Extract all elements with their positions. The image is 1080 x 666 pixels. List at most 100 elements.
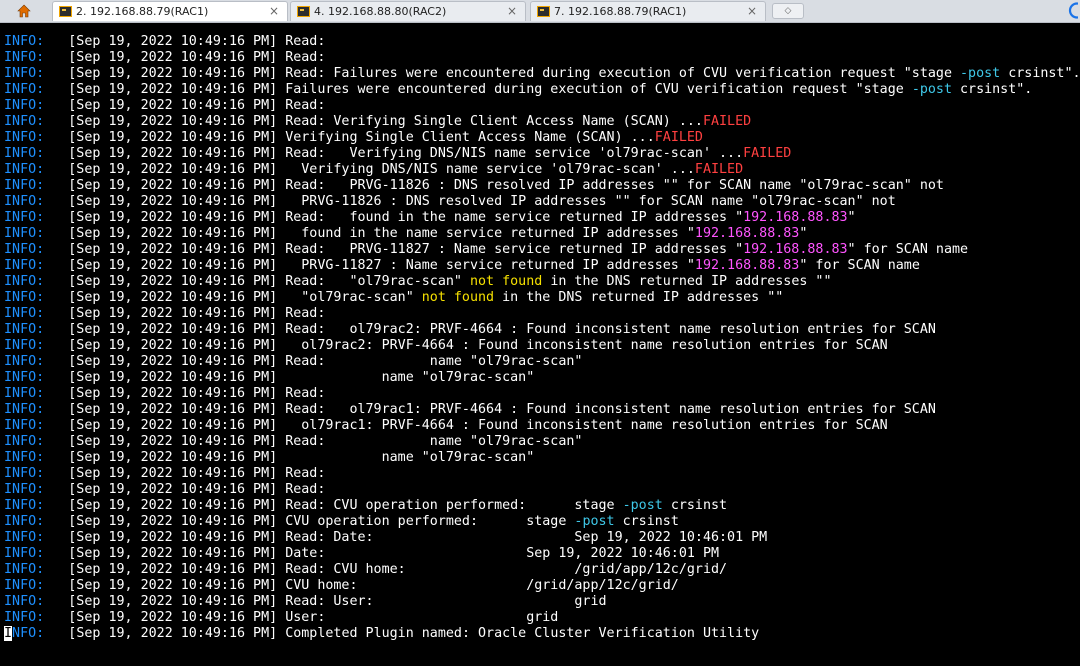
log-level: INFO:: [4, 178, 45, 193]
log-line: INFO: [Sep 19, 2022 10:49:16 PM] Read: f…: [4, 210, 1080, 226]
log-timestamp: [Sep 19, 2022 10:49:16 PM]: [44, 226, 278, 241]
log-line: INFO: [Sep 19, 2022 10:49:16 PM] CVU ope…: [4, 514, 1080, 530]
log-timestamp: [Sep 19, 2022 10:49:16 PM]: [44, 594, 278, 609]
session-tab[interactable]: 7. 192.168.88.79(RAC1) ×: [530, 1, 766, 21]
log-message-segment: 192.168.88.83: [743, 210, 848, 225]
log-message-segment: Read: name "ol79rac-scan": [277, 434, 583, 449]
log-message-segment: Read: CVU home: /grid/app/12c/grid/: [277, 562, 728, 577]
log-level: INFO:: [4, 50, 45, 65]
new-tab-button[interactable]: ◇: [772, 3, 804, 19]
log-message-segment: FAILED: [654, 130, 703, 145]
terminal-tab-icon: [59, 6, 72, 17]
log-message-segment: Read:: [277, 386, 326, 401]
log-message-segment: Read:: [277, 466, 326, 481]
log-level: INFO:: [4, 562, 45, 577]
log-timestamp: [Sep 19, 2022 10:49:16 PM]: [44, 450, 278, 465]
log-line: INFO: [Sep 19, 2022 10:49:16 PM] ol79rac…: [4, 338, 1080, 354]
log-level: INFO:: [4, 306, 45, 321]
close-tab-icon[interactable]: ×: [747, 4, 757, 18]
log-message-segment: Read:: [277, 482, 326, 497]
log-line: INFO: [Sep 19, 2022 10:49:16 PM] Read: P…: [4, 178, 1080, 194]
terminal-output[interactable]: INFO: [Sep 19, 2022 10:49:16 PM] Read: IN…: [0, 23, 1080, 666]
log-level: INFO:: [4, 130, 45, 145]
log-line: INFO: [Sep 19, 2022 10:49:16 PM] Read: n…: [4, 354, 1080, 370]
log-level: INFO:: [4, 98, 45, 113]
log-timestamp: [Sep 19, 2022 10:49:16 PM]: [44, 626, 278, 641]
log-message-segment: -post: [960, 66, 1001, 81]
log-level: INFO:: [4, 626, 44, 641]
log-line: INFO: [Sep 19, 2022 10:49:16 PM] Read: V…: [4, 114, 1080, 130]
log-timestamp: [Sep 19, 2022 10:49:16 PM]: [44, 514, 278, 529]
log-line: INFO: [Sep 19, 2022 10:49:16 PM] Read: "…: [4, 274, 1080, 290]
log-message-segment: -post: [911, 82, 952, 97]
log-timestamp: [Sep 19, 2022 10:49:16 PM]: [44, 418, 278, 433]
log-message-segment: ol79rac1: PRVF-4664 : Found inconsistent…: [277, 418, 888, 433]
log-message-segment: FAILED: [743, 146, 792, 161]
log-timestamp: [Sep 19, 2022 10:49:16 PM]: [44, 386, 278, 401]
log-timestamp: [Sep 19, 2022 10:49:16 PM]: [44, 290, 278, 305]
log-message-segment: Read: User: grid: [277, 594, 607, 609]
new-tab-icon: ◇: [784, 6, 792, 16]
log-level: INFO:: [4, 594, 45, 609]
log-level: INFO:: [4, 466, 45, 481]
log-level: INFO:: [4, 322, 45, 337]
log-level: INFO:: [4, 354, 45, 369]
log-line: INFO: [Sep 19, 2022 10:49:16 PM] Read: D…: [4, 530, 1080, 546]
log-message-segment: Read: ol79rac1: PRVF-4664 : Found incons…: [277, 402, 936, 417]
log-level: INFO:: [4, 114, 45, 129]
log-lines: INFO: [Sep 19, 2022 10:49:16 PM] Read: IN…: [4, 34, 1080, 642]
log-message-segment: Read:: [277, 306, 326, 321]
log-timestamp: [Sep 19, 2022 10:49:16 PM]: [44, 370, 278, 385]
home-icon[interactable]: [6, 1, 42, 21]
log-line: INFO: [Sep 19, 2022 10:49:16 PM] Read:: [4, 482, 1080, 498]
log-line: INFO: [Sep 19, 2022 10:49:16 PM] "ol79ra…: [4, 290, 1080, 306]
log-message-segment: Read: found in the name service returned…: [277, 210, 744, 225]
log-timestamp: [Sep 19, 2022 10:49:16 PM]: [44, 562, 278, 577]
log-level: INFO:: [4, 274, 45, 289]
tab-bar: 2. 192.168.88.79(RAC1) × 4. 192.168.88.8…: [0, 0, 1080, 23]
log-line: INFO: [Sep 19, 2022 10:49:16 PM] Verifyi…: [4, 162, 1080, 178]
log-line: INFO: [Sep 19, 2022 10:49:16 PM] Read:: [4, 50, 1080, 66]
log-message-segment: CVU operation performed: stage: [277, 514, 575, 529]
log-timestamp: [Sep 19, 2022 10:49:16 PM]: [44, 178, 278, 193]
log-message-segment: FAILED: [694, 162, 744, 177]
log-line: INFO: [Sep 19, 2022 10:49:16 PM] Read:: [4, 34, 1080, 50]
log-message-segment: Completed Plugin named: Oracle Cluster V…: [277, 626, 760, 641]
log-line: INFO: [Sep 19, 2022 10:49:16 PM] ol79rac…: [4, 418, 1080, 434]
log-level: INFO:: [4, 338, 45, 353]
log-message-segment: Read:: [277, 50, 326, 65]
session-tab[interactable]: 4. 192.168.88.80(RAC2) ×: [290, 1, 526, 21]
log-message-segment: Date: Sep 19, 2022 10:46:01 PM: [277, 546, 720, 561]
log-message-segment: Read: Verifying Single Client Access Nam…: [277, 114, 703, 129]
log-message-segment: crsinst".: [1000, 66, 1080, 81]
log-message-segment: Read: Verifying DNS/NIS name service 'ol…: [277, 146, 744, 161]
log-timestamp: [Sep 19, 2022 10:49:16 PM]: [44, 130, 278, 145]
log-timestamp: [Sep 19, 2022 10:49:16 PM]: [44, 162, 278, 177]
log-message-segment: Read:: [277, 98, 326, 113]
close-tab-icon[interactable]: ×: [269, 4, 279, 18]
log-level: INFO:: [4, 290, 45, 305]
log-message-segment: CVU home: /grid/app/12c/grid/: [277, 578, 679, 593]
log-timestamp: [Sep 19, 2022 10:49:16 PM]: [44, 338, 278, 353]
log-level: INFO:: [4, 498, 45, 513]
log-timestamp: [Sep 19, 2022 10:49:16 PM]: [44, 354, 278, 369]
edge-browser-icon[interactable]: [1068, 2, 1078, 19]
log-timestamp: [Sep 19, 2022 10:49:16 PM]: [44, 610, 278, 625]
log-level: INFO:: [4, 370, 45, 385]
log-level: INFO:: [4, 546, 45, 561]
session-tab[interactable]: 2. 192.168.88.79(RAC1) ×: [52, 1, 288, 21]
log-level: INFO:: [4, 82, 45, 97]
log-line: INFO: [Sep 19, 2022 10:49:16 PM] Read: C…: [4, 498, 1080, 514]
log-message-segment: name "ol79rac-scan": [277, 450, 535, 465]
log-timestamp: [Sep 19, 2022 10:49:16 PM]: [44, 546, 278, 561]
log-level-rest: NFO:: [12, 626, 45, 641]
log-timestamp: [Sep 19, 2022 10:49:16 PM]: [44, 66, 278, 81]
log-message-segment: crsinst: [662, 498, 728, 513]
log-message-segment: not found: [469, 274, 543, 289]
log-level: INFO:: [4, 242, 45, 257]
log-message-segment: crsinst: [614, 514, 679, 529]
close-tab-icon[interactable]: ×: [507, 4, 517, 18]
log-level: INFO:: [4, 482, 45, 497]
tab-label: 2. 192.168.88.79(RAC1): [76, 5, 209, 18]
log-line: INFO: [Sep 19, 2022 10:49:16 PM] name "o…: [4, 450, 1080, 466]
